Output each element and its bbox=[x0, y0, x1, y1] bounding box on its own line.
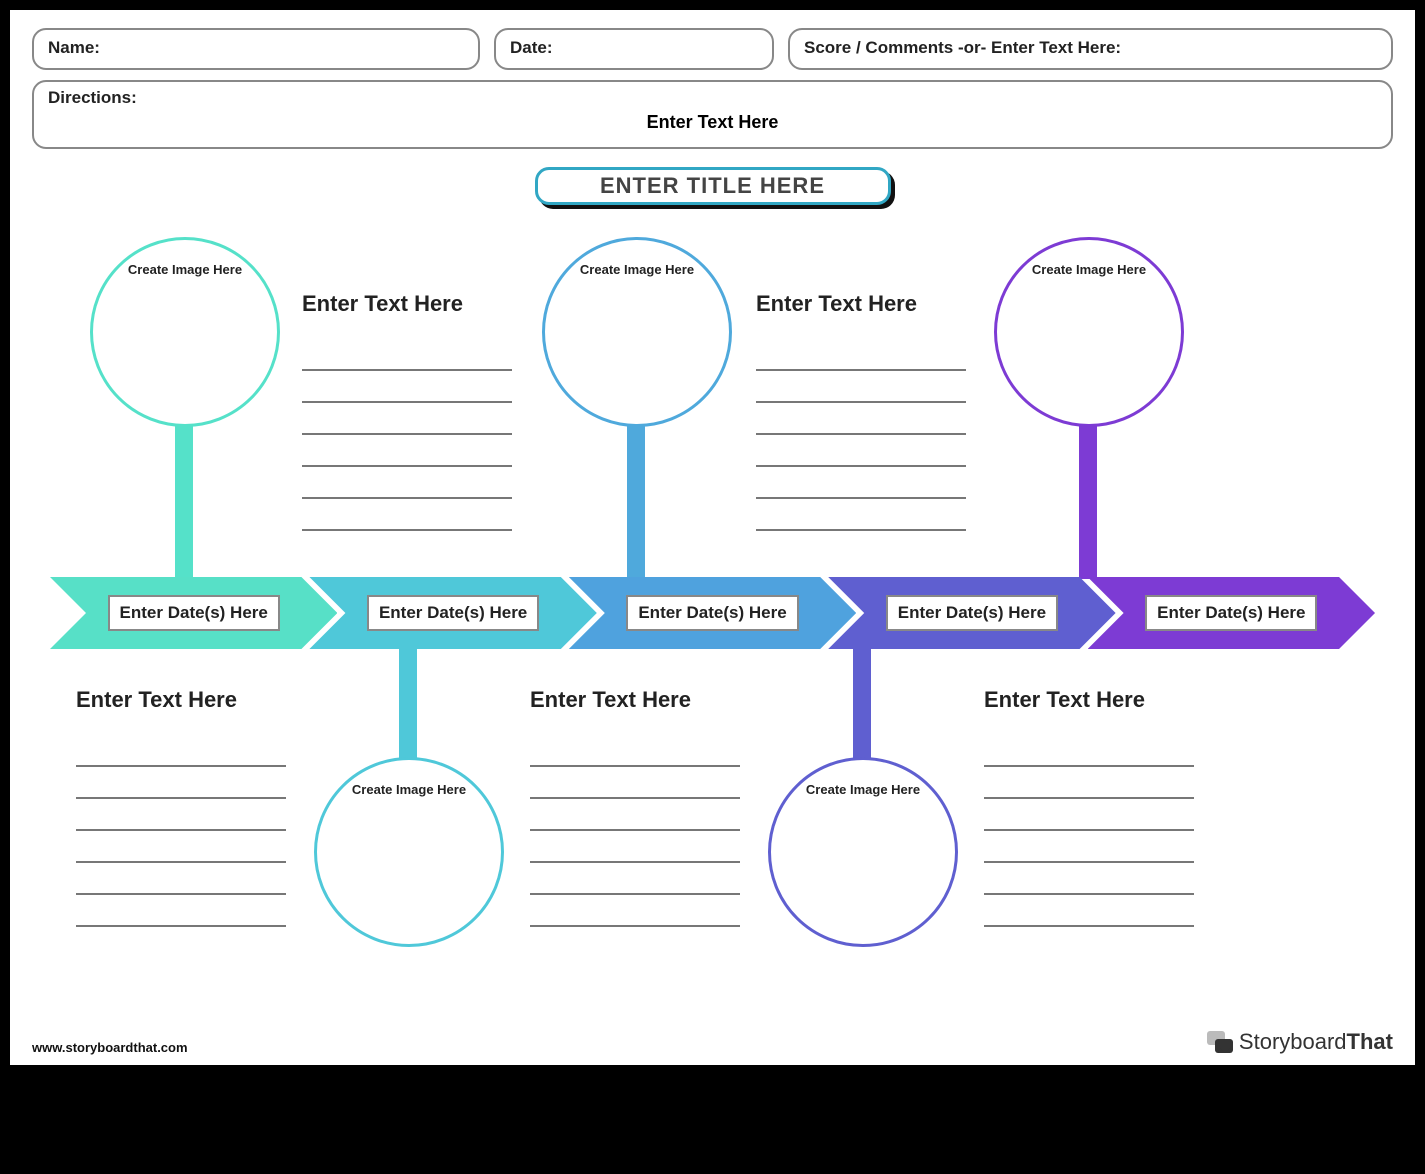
brand-text-b: That bbox=[1347, 1029, 1393, 1054]
brand-logo: StoryboardThat bbox=[1207, 1029, 1393, 1055]
brand-text-a: Storyboard bbox=[1239, 1029, 1347, 1054]
writing-lines bbox=[530, 735, 740, 927]
text-block[interactable]: Enter Text Here bbox=[984, 687, 1194, 927]
writing-lines bbox=[76, 735, 286, 927]
connector-stem bbox=[1079, 423, 1097, 579]
connector-stem bbox=[175, 423, 193, 579]
connector-stem bbox=[853, 647, 871, 759]
date-box[interactable]: Enter Date(s) Here bbox=[367, 595, 539, 631]
timeline-arrow[interactable]: Enter Date(s) Here bbox=[309, 577, 596, 649]
text-block-label: Enter Text Here bbox=[530, 687, 740, 713]
worksheet: Name: Date: Score / Comments -or- Enter … bbox=[10, 10, 1415, 1065]
connector-stem bbox=[399, 647, 417, 759]
writing-lines bbox=[984, 735, 1194, 927]
directions-box[interactable]: Directions: Enter Text Here bbox=[32, 80, 1393, 149]
text-block[interactable]: Enter Text Here bbox=[76, 687, 286, 927]
image-circle[interactable]: Create Image Here bbox=[90, 237, 280, 427]
image-circle[interactable]: Create Image Here bbox=[994, 237, 1184, 427]
name-field[interactable]: Name: bbox=[32, 28, 480, 70]
footer: www.storyboardthat.com StoryboardThat bbox=[32, 1029, 1393, 1055]
image-circle[interactable]: Create Image Here bbox=[542, 237, 732, 427]
writing-lines bbox=[756, 339, 966, 531]
text-block-label: Enter Text Here bbox=[302, 291, 512, 317]
date-box[interactable]: Enter Date(s) Here bbox=[886, 595, 1058, 631]
timeline-arrow[interactable]: Enter Date(s) Here bbox=[569, 577, 856, 649]
text-block[interactable]: Enter Text Here bbox=[530, 687, 740, 927]
image-circle[interactable]: Create Image Here bbox=[314, 757, 504, 947]
text-block-label: Enter Text Here bbox=[756, 291, 966, 317]
directions-text: Enter Text Here bbox=[48, 112, 1377, 133]
writing-lines bbox=[302, 339, 512, 531]
score-field[interactable]: Score / Comments -or- Enter Text Here: bbox=[788, 28, 1393, 70]
date-box[interactable]: Enter Date(s) Here bbox=[108, 595, 280, 631]
date-field[interactable]: Date: bbox=[494, 28, 774, 70]
title-box[interactable]: ENTER TITLE HERE bbox=[535, 167, 891, 205]
timeline-arrow[interactable]: Enter Date(s) Here bbox=[828, 577, 1115, 649]
timeline-row: Enter Date(s) Here Enter Date(s) Here En… bbox=[50, 577, 1375, 649]
connector-stem bbox=[627, 423, 645, 579]
text-block[interactable]: Enter Text Here bbox=[756, 291, 966, 531]
image-circle[interactable]: Create Image Here bbox=[768, 757, 958, 947]
speech-bubble-icon bbox=[1207, 1031, 1233, 1053]
text-block-label: Enter Text Here bbox=[984, 687, 1194, 713]
page-root: Name: Date: Score / Comments -or- Enter … bbox=[0, 0, 1425, 1174]
footer-url: www.storyboardthat.com bbox=[32, 1040, 188, 1055]
timeline-arrow[interactable]: Enter Date(s) Here bbox=[50, 577, 337, 649]
text-block[interactable]: Enter Text Here bbox=[302, 291, 512, 531]
timeline-canvas: Create Image Here Create Image Here Crea… bbox=[32, 227, 1393, 1047]
text-block-label: Enter Text Here bbox=[76, 687, 286, 713]
directions-label: Directions: bbox=[48, 88, 1377, 108]
header-row: Name: Date: Score / Comments -or- Enter … bbox=[32, 28, 1393, 70]
date-box[interactable]: Enter Date(s) Here bbox=[626, 595, 798, 631]
title-container: ENTER TITLE HERE bbox=[32, 167, 1393, 223]
date-box[interactable]: Enter Date(s) Here bbox=[1145, 595, 1317, 631]
timeline-arrow[interactable]: Enter Date(s) Here bbox=[1088, 577, 1375, 649]
